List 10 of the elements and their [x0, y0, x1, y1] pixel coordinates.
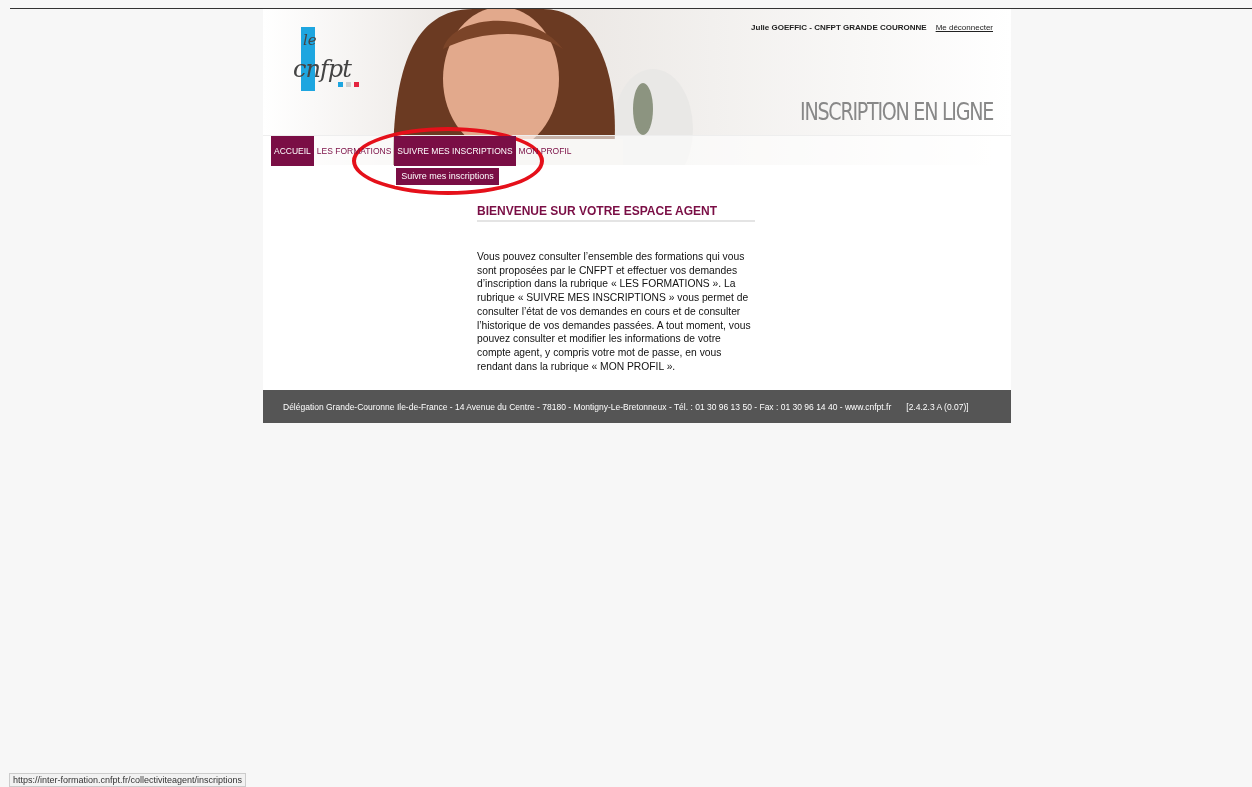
- nav-tab[interactable]: ACCUEIL: [271, 136, 314, 166]
- user-name: Julie GOEFFIC - CNFPT GRANDE COURONNE: [751, 23, 927, 32]
- submenu-item[interactable]: Suivre mes inscriptions: [395, 167, 500, 186]
- version-label: [2.4.2.3 A (0.07)]: [906, 401, 969, 412]
- welcome-paragraph: Vous pouvez consulter l’ensemble des formations qui vous sont proposées par le CNFPT et effectuer vos demandes d’inscription dans la rubrique « LES FORMATIONS ». La rubrique « SUIVRE MES INSCRIPTIONS » vous permet de consulter l’état de vos demandes en cours et de consulter l’historique de vos demandes passées. A tout moment, vous pouvez consulter et modifier les informations de votre compte agent, y compris votre mot de passe, en vous rendant dans la rubrique « MON PROFIL ».: [477, 250, 752, 374]
- footer-address: Délégation Grande-Couronne Ile-de-France - 14 Avenue du Centre - 78180 - Montigny-Le-Bretonneux - Tél. : 01 30 96 13 50 - Fax : 01 30 96 14 40 - www.cnfpt.fr: [283, 401, 892, 412]
- page-heading: BIENVENUE SUR VOTRE ESPACE AGENT: [477, 204, 755, 222]
- site-title: INSCRIPTION EN LIGNE: [800, 97, 993, 126]
- status-url: https://inter-formation.cnfpt.fr/collectiviteagent/inscriptions: [9, 773, 247, 787]
- logout-link[interactable]: Me déconnecter: [935, 23, 993, 32]
